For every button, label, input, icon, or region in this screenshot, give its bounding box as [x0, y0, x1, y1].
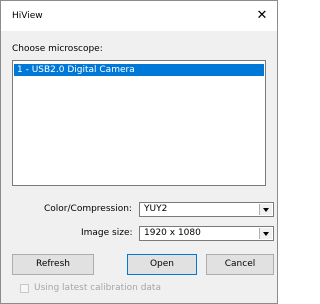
refresh-button[interactable]: Refresh — [12, 254, 94, 275]
image-size-value: 1920 x 1080 — [144, 228, 201, 238]
open-button[interactable]: Open — [127, 254, 197, 275]
image-size-select[interactable]: 1920 x 1080 — [139, 226, 274, 241]
color-compression-value: YUY2 — [144, 204, 168, 214]
calibration-label: Using latest calibration data — [34, 283, 161, 293]
chevron-down-icon[interactable] — [259, 204, 272, 215]
calibration-checkbox[interactable] — [20, 284, 29, 293]
color-compression-select[interactable]: YUY2 — [139, 202, 274, 217]
microscope-list[interactable]: 1 - USB2.0 Digital Camera — [12, 60, 266, 186]
close-icon[interactable]: ✕ — [247, 1, 277, 31]
title-bar: HiView ✕ — [1, 1, 277, 31]
list-item-usb-camera[interactable]: 1 - USB2.0 Digital Camera — [14, 64, 264, 76]
dialog-window: HiView ✕ Choose microscope: 1 - USB2.0 D… — [0, 0, 278, 304]
color-compression-label: Color/Compression: — [44, 204, 132, 214]
image-size-label: Image size: — [81, 228, 133, 238]
window-title: HiView — [12, 11, 43, 21]
cancel-button[interactable]: Cancel — [206, 254, 274, 275]
chevron-down-icon[interactable] — [259, 228, 272, 239]
choose-microscope-label: Choose microscope: — [12, 44, 103, 54]
